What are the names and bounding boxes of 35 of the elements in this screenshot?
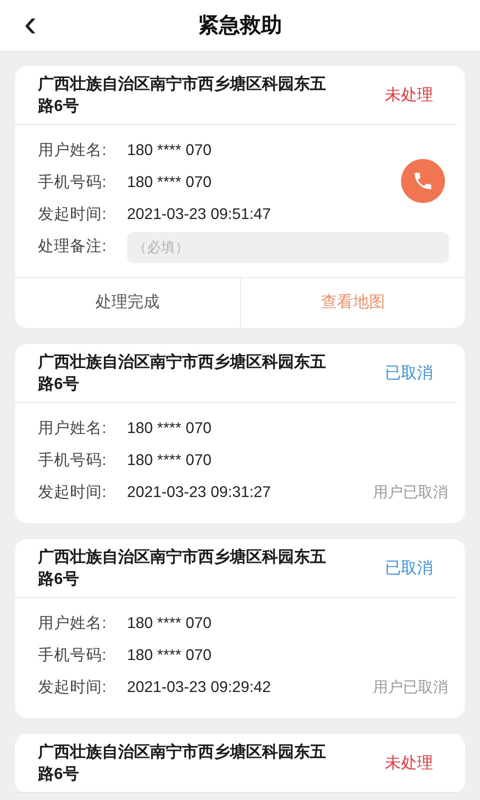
field-value: 2021-03-23 09:31:27: [127, 483, 271, 504]
address-text: 广西壮族自治区南宁市西乡塘区科园东五路6号: [38, 742, 327, 785]
action-button[interactable]: 处理完成: [15, 278, 240, 328]
status-label: 未处理: [385, 86, 433, 106]
address-text: 广西壮族自治区南宁市西乡塘区科园东五路6号: [38, 547, 327, 590]
field-label: 手机号码:: [38, 646, 108, 666]
field-value: 180 **** 070: [127, 614, 212, 634]
status-label: 已取消: [385, 364, 433, 384]
field-value: 2021-03-23 09:51:47: [127, 205, 271, 226]
field-label: 手机号码:: [38, 173, 108, 194]
status-label: 未处理: [385, 754, 433, 774]
status-label: 已取消: [385, 558, 433, 579]
field-label: 用户姓名:: [38, 614, 108, 634]
field-value: 180 **** 070: [127, 173, 212, 194]
field-value: 2021-03-23 09:29:42: [127, 678, 271, 698]
field-label: 发起时间:: [38, 205, 108, 226]
phone-icon: [412, 170, 434, 192]
address-text: 广西壮族自治区南宁市西乡塘区科园东五路6号: [38, 352, 327, 395]
phone-call-button[interactable]: [401, 159, 445, 203]
note-input[interactable]: （必填）: [127, 232, 449, 262]
field-value: 180 **** 070: [127, 451, 212, 472]
cancel-remark: 用户已取消: [373, 482, 449, 503]
field-value: 180 **** 070: [127, 419, 212, 440]
field-label: 用户姓名:: [38, 419, 108, 440]
field-label: 手机号码:: [38, 451, 108, 472]
field-value: 180 **** 070: [127, 141, 212, 162]
field-label: 发起时间:: [38, 483, 108, 504]
back-button[interactable]: ‹: [24, 6, 37, 42]
field-value: 180 **** 070: [127, 646, 212, 666]
field-label: 处理备注:: [38, 237, 108, 258]
field-label: 发起时间:: [38, 678, 108, 698]
page-title: 紧急救助: [198, 12, 282, 39]
cancel-remark: 用户已取消: [373, 678, 449, 698]
address-text: 广西壮族自治区南宁市西乡塘区科园东五路6号: [38, 74, 327, 117]
field-label: 用户姓名:: [38, 141, 108, 162]
